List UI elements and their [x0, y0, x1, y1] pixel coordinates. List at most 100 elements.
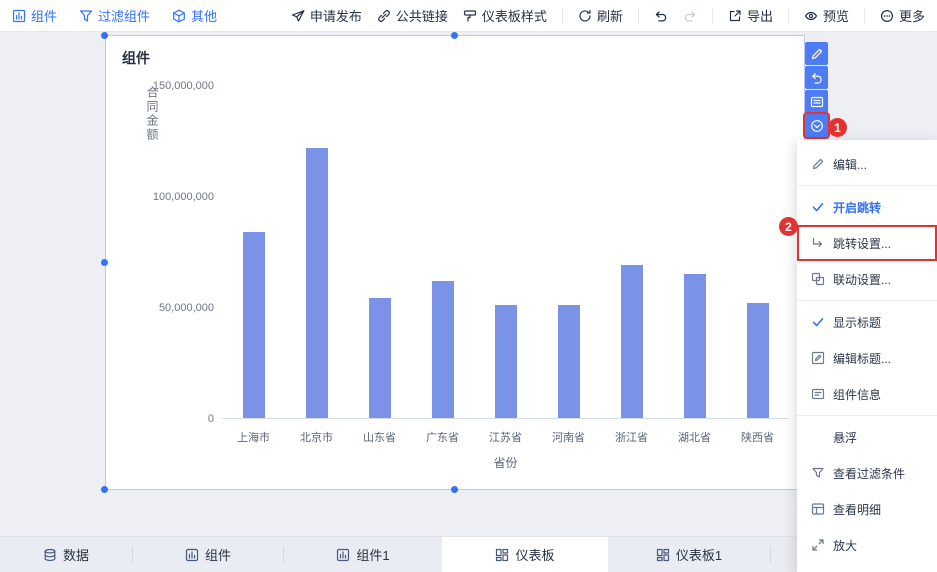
- chart-icon: [337, 548, 350, 561]
- bar-浙江省[interactable]: [620, 265, 643, 418]
- undo-button[interactable]: [654, 9, 668, 23]
- menu-item-float[interactable]: 悬浮: [797, 419, 937, 455]
- linkage-icon: [811, 272, 825, 286]
- preview-button[interactable]: 预览: [804, 6, 849, 25]
- menu-item-enable-jump[interactable]: 开启跳转: [797, 189, 937, 225]
- menu-item-view-filters[interactable]: 查看过滤条件: [797, 455, 937, 491]
- bar-湖北省[interactable]: [683, 274, 706, 418]
- refresh-icon: [579, 9, 591, 22]
- menu-item-label: 查看明细: [833, 502, 882, 517]
- undo-icon: [655, 10, 667, 22]
- tab-data[interactable]: 数据: [0, 537, 132, 572]
- annotation-step-1: 1: [828, 118, 847, 137]
- export-button[interactable]: 导出: [728, 6, 773, 25]
- dashboard-style-button[interactable]: 仪表板样式: [463, 6, 547, 25]
- public-link-label: 公共链接: [395, 9, 448, 24]
- selection-handle-bottom-center[interactable]: [451, 486, 458, 493]
- menu-item-zoom[interactable]: 放大: [797, 527, 937, 563]
- selection-handle-top-center[interactable]: [451, 32, 458, 39]
- bar-江苏省[interactable]: [494, 305, 517, 418]
- y-tick-label: 0: [207, 413, 214, 425]
- widget-card-button[interactable]: [805, 90, 828, 113]
- tab-label: 组件: [204, 548, 231, 563]
- selection-handle-bottom-left[interactable]: [101, 486, 108, 493]
- style-icon: [463, 9, 477, 22]
- menu-separator: [797, 300, 937, 301]
- tab-dashboard[interactable]: 仪表板: [442, 537, 608, 572]
- menu-item-widget-info[interactable]: 组件信息: [797, 376, 937, 412]
- bar-陕西省[interactable]: [746, 302, 769, 418]
- bar-山东省[interactable]: [368, 298, 391, 418]
- more-icon: [880, 9, 893, 22]
- x-axis-labels: 上海市 北京市 山东省 广东省 江苏省 河南省 浙江省 湖北省 陕西省: [222, 429, 789, 445]
- tab-divider: [770, 546, 771, 563]
- plot-area: [222, 86, 789, 419]
- toolbar-divider: [561, 8, 563, 23]
- bar-column: [474, 86, 537, 418]
- jump-arrow-icon: [812, 237, 823, 248]
- toolbar-divider: [711, 8, 713, 23]
- widget-revert-button[interactable]: [805, 66, 828, 89]
- filter-icon: [79, 9, 93, 22]
- menu-item-edit-title[interactable]: 编辑标题...: [797, 340, 937, 376]
- bar-广东省[interactable]: [431, 280, 454, 418]
- card-icon: [810, 96, 823, 107]
- bar-column: [663, 86, 726, 418]
- apply-publish-label: 申请发布: [309, 9, 362, 24]
- more-button[interactable]: 更多: [880, 6, 925, 25]
- selection-handle-left[interactable]: [101, 259, 108, 266]
- widget-more-button[interactable]: [805, 114, 828, 137]
- redo-button[interactable]: [683, 9, 697, 23]
- add-filter-widget-button[interactable]: 过滤组件: [79, 6, 150, 25]
- chevron-down-circle-icon: [810, 119, 823, 132]
- other-widgets-button[interactable]: 其他: [172, 6, 217, 25]
- annotation-step-2: 2: [779, 217, 798, 236]
- pencil-icon: [811, 48, 822, 59]
- x-category-label: 北京市: [300, 432, 333, 444]
- menu-item-jump-settings[interactable]: 跳转设置...: [797, 225, 937, 261]
- menu-item-edit[interactable]: 编辑...: [797, 146, 937, 182]
- menu-item-label: 悬浮: [833, 430, 858, 445]
- bar-河南省[interactable]: [557, 305, 580, 418]
- chart-icon: [185, 548, 199, 561]
- menu-item-view-details[interactable]: 查看明细: [797, 491, 937, 527]
- bar-column: [726, 86, 789, 418]
- bar-上海市[interactable]: [242, 232, 265, 418]
- top-toolbar: 组件 过滤组件 其他 申请发布 公共链接 仪表板样式 刷新 导出 预览 更多: [0, 0, 937, 32]
- database-icon: [44, 548, 56, 561]
- bar-column: [600, 86, 663, 418]
- selection-handle-top-left[interactable]: [101, 32, 108, 39]
- toolbar-right-group: 申请发布 公共链接 仪表板样式 刷新 导出 预览 更多: [291, 6, 925, 25]
- filter-icon: [812, 467, 824, 478]
- widget-edit-button[interactable]: [805, 42, 828, 65]
- menu-item-linkage-settings[interactable]: 联动设置...: [797, 261, 937, 297]
- public-link-button[interactable]: 公共链接: [377, 6, 448, 25]
- chart-component[interactable]: 组件 合同金额 0 50,000,000 100,000,000 150,000,00…: [105, 35, 805, 490]
- refresh-button[interactable]: 刷新: [578, 6, 623, 25]
- x-axis-title: 省份: [493, 456, 518, 470]
- tab-dashboard1[interactable]: 仪表板1: [608, 537, 770, 572]
- y-tick-label: 50,000,000: [158, 302, 214, 314]
- add-widget-button[interactable]: 组件: [12, 6, 57, 25]
- redo-icon: [684, 10, 696, 22]
- tab-widget1[interactable]: 组件1: [284, 537, 442, 572]
- toolbar-left-group: 组件 过滤组件 其他: [12, 6, 217, 25]
- check-icon: [812, 203, 824, 212]
- x-category-label: 江苏省: [489, 432, 522, 444]
- widget-icon: [12, 9, 26, 22]
- plot-bars: [222, 86, 789, 418]
- menu-item-label: 编辑...: [833, 157, 868, 172]
- x-category-label: 河南省: [552, 432, 585, 444]
- x-category-label: 湖北省: [678, 432, 711, 444]
- more-label: 更多: [898, 9, 925, 24]
- y-tick-label: 150,000,000: [152, 80, 214, 92]
- bar-北京市[interactable]: [305, 147, 328, 418]
- tab-widget[interactable]: 组件: [133, 537, 283, 572]
- preview-eye-icon: [804, 11, 818, 20]
- tab-label: 仪表板: [515, 548, 555, 563]
- apply-publish-button[interactable]: 申请发布: [291, 6, 362, 25]
- export-label: 导出: [746, 9, 773, 24]
- bar-column: [537, 86, 600, 418]
- bar-column: [222, 86, 285, 418]
- menu-item-show-title[interactable]: 显示标题: [797, 304, 937, 340]
